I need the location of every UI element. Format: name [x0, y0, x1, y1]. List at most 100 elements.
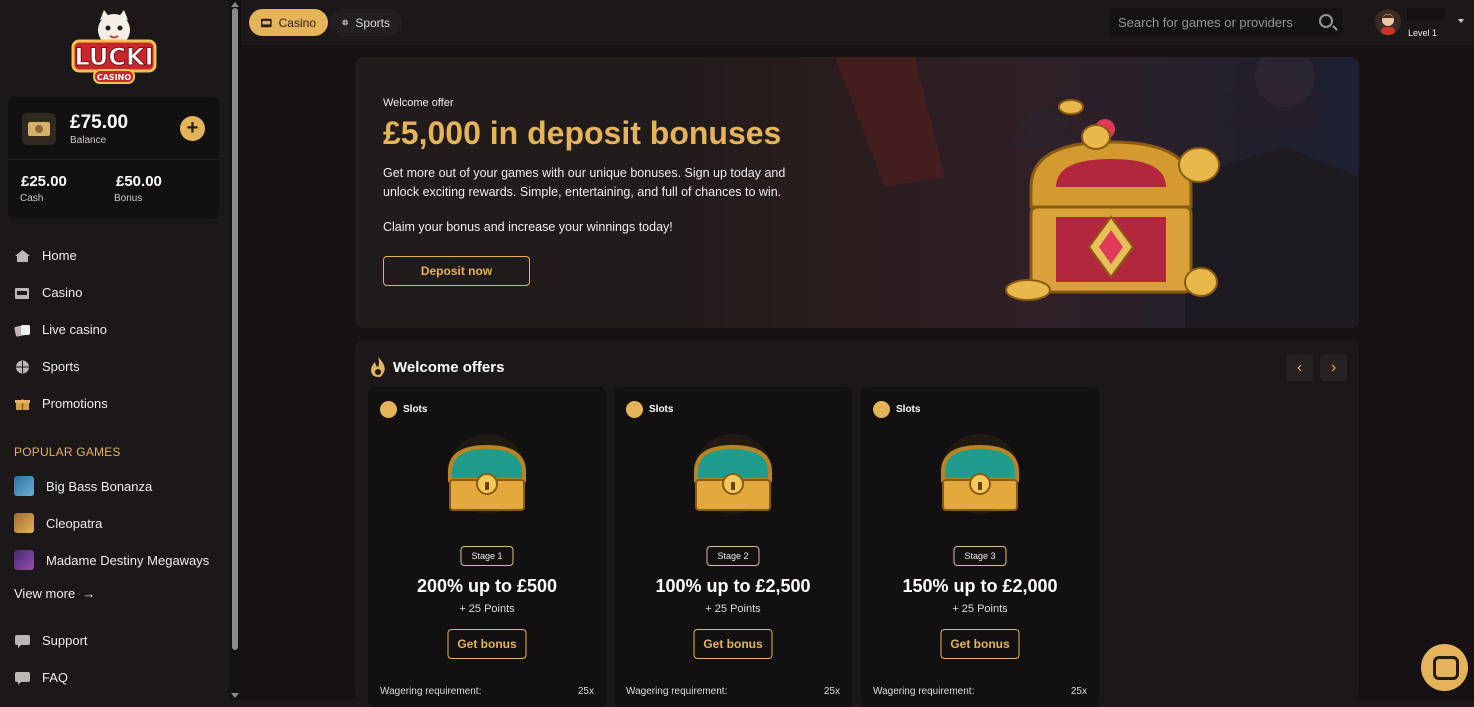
offer-points: + 25 Points	[952, 603, 1008, 615]
sidebar-item-label: Support	[42, 633, 88, 648]
offer-card: Slots Stage 2 100% up to £2,500 + 25 Poi…	[614, 387, 852, 707]
get-bonus-button[interactable]: Get bonus	[940, 629, 1020, 659]
live-chat-button[interactable]	[1421, 644, 1468, 691]
username-redacted	[1407, 8, 1445, 20]
sidebar-item-label: FAQ	[42, 670, 69, 685]
scroll-up-arrow-icon[interactable]	[231, 2, 239, 7]
popular-games-heading: POPULAR GAMES	[14, 445, 121, 459]
sidebar-item-label: Casino	[42, 285, 83, 300]
tab-label: Sports	[355, 15, 390, 30]
ball-icon	[342, 19, 349, 26]
wallet-panel: £75.00 Balance + £25.00 Cash £50.00 Bonu…	[8, 97, 219, 219]
treasure-chest-icon	[940, 434, 1020, 514]
search-placeholder: Search for games or providers	[1118, 15, 1293, 30]
bonus-label: Bonus	[114, 193, 143, 204]
bonus-amount: £50.00	[116, 173, 162, 190]
slots-icon	[380, 401, 397, 418]
welcome-offer-banner: Welcome offer £5,000 in deposit bonuses …	[355, 57, 1359, 328]
category-badge: Slots	[380, 401, 427, 418]
game-thumbnail	[14, 476, 34, 496]
hero-claim-text: Claim your bonus and increase your winni…	[383, 220, 673, 234]
sidebar-item-label: Live casino	[42, 322, 108, 337]
welcome-offers-section: Welcome offers ‹ › Slots Stage 1 200% up…	[355, 340, 1359, 707]
wagering-value: 25x	[823, 686, 840, 697]
gift-icon	[15, 398, 30, 410]
user-level: Level 1	[1408, 28, 1438, 38]
popular-game-item[interactable]: Cleopatra	[14, 513, 102, 533]
tab-sports[interactable]: Sports	[330, 9, 402, 36]
cash-icon	[22, 113, 56, 145]
slot-machine-icon	[261, 18, 272, 27]
tab-label: Casino	[278, 15, 316, 30]
hero-eyebrow: Welcome offer	[383, 97, 454, 109]
sidebar-item-faq[interactable]: FAQ	[14, 670, 68, 685]
category-label: Slots	[649, 404, 674, 415]
balance-label: Balance	[70, 135, 107, 146]
sidebar: LUCKI CASINO £75.00 Balance + £25.00 Cas…	[0, 0, 229, 700]
carousel-prev-button[interactable]: ‹	[1286, 354, 1313, 381]
sidebar-scrollbar[interactable]	[229, 0, 241, 700]
treasure-chest-icon	[693, 434, 773, 514]
view-more-link[interactable]: View more →	[14, 586, 95, 601]
wagering-value: 25x	[577, 686, 594, 697]
category-badge: Slots	[626, 401, 673, 418]
popular-game-item[interactable]: Big Bass Bonanza	[14, 476, 152, 496]
hero-description: Get more out of your games with our uniq…	[383, 166, 786, 199]
search-input[interactable]: Search for games or providers	[1109, 8, 1343, 36]
sidebar-item-sports[interactable]: Sports	[14, 359, 80, 374]
offer-points: + 25 Points	[459, 603, 515, 615]
wallet-divider	[8, 159, 219, 160]
get-bonus-button[interactable]: Get bonus	[693, 629, 773, 659]
faq-icon	[15, 671, 30, 685]
live-casino-icon	[14, 324, 30, 337]
wagering-value: 25x	[1070, 686, 1087, 697]
carousel-next-button[interactable]: ›	[1320, 354, 1347, 381]
home-icon	[15, 249, 30, 262]
add-funds-button[interactable]: +	[180, 116, 205, 141]
game-title: Cleopatra	[46, 515, 103, 531]
arrow-right-icon: →	[78, 586, 96, 601]
chevron-left-icon: ‹	[1296, 359, 1303, 376]
svg-text:CASINO: CASINO	[97, 73, 131, 82]
chat-icon	[15, 634, 30, 648]
section-title: Welcome offers	[393, 359, 505, 376]
view-more-label: View more	[14, 586, 76, 601]
wagering-label: Wagering requirement:	[380, 686, 482, 697]
offer-points: + 25 Points	[705, 603, 761, 615]
game-thumbnail	[14, 513, 34, 533]
game-thumbnail	[14, 550, 34, 570]
sidebar-item-support[interactable]: Support	[14, 633, 88, 648]
scrollbar-thumb[interactable]	[232, 8, 238, 650]
game-title: Madame Destiny Megaways	[46, 552, 210, 568]
sidebar-item-promotions[interactable]: Promotions	[14, 396, 108, 411]
slots-icon	[873, 401, 890, 418]
sidebar-item-home[interactable]: Home	[14, 248, 77, 263]
category-label: Slots	[403, 404, 428, 415]
offer-card: Slots Stage 1 200% up to £500 + 25 Point…	[368, 387, 606, 707]
deposit-now-button[interactable]: Deposit now	[383, 256, 530, 286]
offer-card: Slots Stage 3 150% up to £2,000 + 25 Poi…	[861, 387, 1099, 707]
lucki-casino-logo[interactable]: LUCKI CASINO	[70, 8, 158, 88]
flame-icon	[371, 357, 385, 378]
hero-title: £5,000 in deposit bonuses	[383, 115, 782, 151]
search-icon[interactable]	[1319, 14, 1333, 28]
scroll-down-arrow-icon[interactable]	[231, 693, 239, 698]
cash-label: Cash	[20, 193, 44, 204]
stage-badge: Stage 2	[706, 546, 760, 566]
chevron-right-icon: ›	[1330, 359, 1337, 376]
sidebar-item-label: Sports	[42, 359, 80, 374]
offer-amount: 100% up to £2,500	[655, 576, 811, 596]
stage-badge: Stage 1	[460, 546, 514, 566]
treasure-chest-illustration	[1005, 99, 1220, 301]
tab-casino[interactable]: Casino	[249, 9, 328, 36]
user-avatar-icon	[1381, 14, 1395, 35]
slots-icon	[626, 401, 643, 418]
svg-text:LUCKI: LUCKI	[74, 43, 153, 71]
chevron-down-icon[interactable]	[1458, 19, 1464, 23]
popular-game-item[interactable]: Madame Destiny Megaways	[14, 550, 209, 570]
sidebar-item-live-casino[interactable]: Live casino	[14, 322, 107, 337]
avatar[interactable]	[1375, 9, 1401, 35]
sidebar-item-casino[interactable]: Casino	[14, 285, 82, 300]
get-bonus-button[interactable]: Get bonus	[447, 629, 527, 659]
wagering-label: Wagering requirement:	[873, 686, 975, 697]
